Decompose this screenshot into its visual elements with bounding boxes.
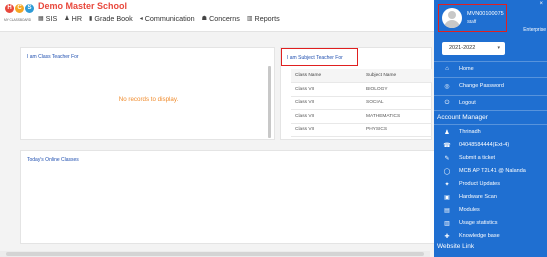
book-icon: ▮ (89, 16, 93, 22)
user-id: MVN00100075 (467, 11, 504, 17)
academic-year-select[interactable]: 2021-2022 ▾ (442, 42, 505, 55)
user-profile[interactable]: MVN00100075 Staff (438, 4, 507, 32)
menu-label: Product Updates (459, 181, 500, 187)
person-icon: ♟ (444, 129, 450, 136)
account-manager-name: ♟ Thrinadh (434, 127, 547, 137)
class-teacher-title: I am Class Teacher For (27, 54, 79, 60)
nav-label: Concerns (209, 14, 240, 23)
academic-year-value: 2021-2022 (449, 45, 476, 51)
menu-label: Thrinadh (459, 129, 481, 135)
table-row[interactable]: Class VII SOCIAL (291, 96, 432, 110)
highlight-box (281, 48, 358, 66)
nav-label: Reports (254, 14, 280, 23)
close-icon[interactable]: × (539, 1, 543, 7)
menu-product-updates[interactable]: ✦ Product Updates (434, 179, 547, 189)
concerns-icon: ☗ (201, 16, 208, 22)
menu-label: Submit a ticket (459, 155, 496, 161)
user-role: Staff (467, 19, 477, 24)
menu-label: Logout (459, 100, 476, 106)
plan-label: Enterprise (523, 27, 546, 33)
nav-hr[interactable]: ♟ HR (64, 14, 82, 23)
card-scrollbar[interactable] (268, 66, 271, 138)
nav-label: HR (71, 14, 83, 23)
nav-label: Communication (144, 14, 195, 23)
class-teacher-card: I am Class Teacher For No records to dis… (20, 47, 275, 140)
logo-letter: H (5, 4, 14, 13)
account-manager-heading: Account Manager (437, 114, 488, 121)
logout-icon: ⏻ (444, 99, 450, 106)
subject-cell: BIOLOGY (362, 82, 432, 97)
horizontal-scrollbar[interactable] (0, 251, 430, 257)
table-row[interactable]: Class VII PHYSICS (291, 123, 432, 137)
grid-icon: ▦ (38, 16, 44, 22)
whatsapp-icon: ◯ (443, 168, 451, 175)
menu-submit-ticket[interactable]: ✎ Submit a ticket (434, 153, 547, 163)
subject-cell: MATHEMATICS (362, 109, 432, 124)
online-classes-title: Today's Online Classes (27, 157, 79, 163)
empty-message: No records to display. (118, 96, 179, 103)
ticket-icon: ✎ (444, 155, 450, 162)
website-link[interactable]: Website Link (437, 243, 474, 250)
nav-reports[interactable]: ▥ Reports (247, 14, 280, 23)
menu-knowledge-base[interactable]: ✚ Knowledge base (434, 231, 547, 241)
menu-label: MCB AP T2L41 @ Nalanda (459, 168, 526, 174)
stats-icon: ▥ (444, 220, 450, 227)
table-header-row: Class Name Subject Name (291, 69, 432, 83)
logo-letter: S (25, 4, 34, 13)
subject-cell: SOCIAL (362, 96, 432, 110)
scan-icon: ▣ (444, 194, 450, 201)
nav-grade-book[interactable]: ▮ Grade Book (89, 14, 133, 23)
menu-label: 04048584444(Ext-4) (459, 142, 510, 148)
nav-concerns[interactable]: ☗ Concerns (202, 14, 240, 23)
logo-letter: C (15, 4, 24, 13)
online-classes-card: Today's Online Classes (20, 150, 440, 244)
phone-icon: ☎ (443, 142, 451, 149)
menu-logout[interactable]: ⏻ Logout (434, 98, 547, 108)
menu-label: Hardware Scan (459, 194, 497, 200)
menu-hardware-scan[interactable]: ▣ Hardware Scan (434, 192, 547, 202)
nav-label: Grade Book (94, 14, 133, 23)
table-row[interactable]: Class VII BIOLOGY (291, 82, 432, 97)
nav-sis[interactable]: ▦ SIS (38, 14, 57, 23)
scrollbar-thumb[interactable] (6, 252, 424, 256)
subject-cell: PHYSICS (362, 123, 432, 137)
logo-tagline: MY CLASSBOARD (4, 18, 32, 22)
chevron-down-icon: ▾ (497, 45, 500, 51)
subject-table: Class Name Subject Name Class VII BIOLOGY… (291, 69, 432, 137)
class-cell: Class VII (291, 123, 362, 137)
class-cell: Class VII (291, 82, 362, 97)
column-header[interactable]: Class Name (291, 69, 362, 83)
class-cell: Class VII (291, 96, 362, 110)
class-cell: Class VII (291, 109, 362, 124)
person-icon: ♟ (64, 16, 70, 22)
avatar (442, 8, 462, 28)
modules-icon: ▤ (444, 207, 450, 214)
side-drawer: × MVN00100075 Staff Enterprise 2021-2022… (434, 0, 547, 257)
menu-label: Knowledge base (459, 233, 500, 239)
account-manager-phone[interactable]: ☎ 04048584444(Ext-4) (434, 140, 547, 150)
menu-label: Home (459, 66, 474, 72)
menu-home[interactable]: ⌂ Home (434, 64, 547, 74)
home-icon: ⌂ (445, 66, 449, 72)
updates-icon: ✦ (444, 181, 450, 188)
table-row[interactable]: Class VII MATHEMATICS (291, 109, 432, 124)
main-nav: ▦ SIS ♟ HR ▮ Grade Book ◂ Communication ☗ Con… (38, 14, 280, 23)
school-logo[interactable]: H C S MY CLASSBOARD (4, 2, 36, 29)
menu-whatsapp-group[interactable]: ◯ MCB AP T2L41 @ Nalanda (434, 166, 547, 176)
menu-usage-statistics[interactable]: ▥ Usage statistics (434, 218, 547, 228)
key-icon: ◎ (444, 83, 450, 90)
bar-chart-icon: ▥ (246, 16, 253, 22)
menu-change-password[interactable]: ◎ Change Password (434, 81, 547, 91)
menu-label: Modules (459, 207, 480, 213)
menu-label: Change Password (459, 83, 504, 89)
megaphone-icon: ◂ (139, 16, 143, 22)
column-header[interactable]: Subject Name (362, 69, 432, 83)
nav-communication[interactable]: ◂ Communication (140, 14, 195, 23)
school-name: Demo Master School (38, 1, 128, 11)
menu-modules[interactable]: ▤ Modules (434, 205, 547, 215)
nav-label: SIS (45, 14, 58, 23)
knowledge-icon: ✚ (444, 233, 450, 240)
menu-label: Usage statistics (459, 220, 498, 226)
